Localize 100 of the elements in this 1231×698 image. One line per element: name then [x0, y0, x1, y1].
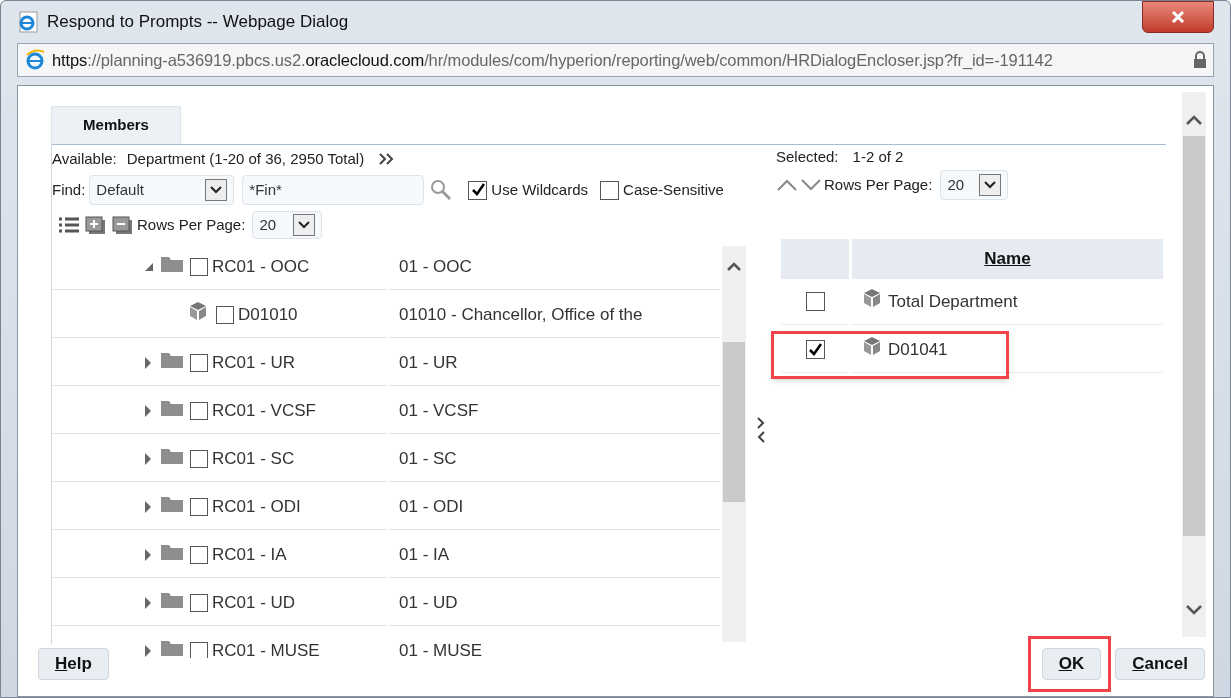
checkbox[interactable] — [190, 545, 208, 564]
selected-label: Selected: — [776, 146, 839, 167]
checkbox[interactable] — [190, 641, 208, 658]
checkbox[interactable] — [190, 449, 208, 468]
table-cell: 01 - OOC — [389, 244, 720, 290]
find-label: Find: — [52, 179, 86, 200]
table-cell: 01 - MUSE — [389, 628, 720, 658]
tree-cell[interactable]: RC01 - UD — [52, 580, 386, 626]
table-cell: 01 - ODI — [389, 484, 720, 530]
expand-arrow-icon[interactable] — [144, 499, 152, 514]
available-label: Available: — [52, 148, 117, 169]
table-cell: 01 - UD — [389, 580, 720, 626]
checkbox[interactable] — [216, 305, 234, 324]
find-dropdown[interactable]: Default — [89, 175, 235, 205]
caret-icon — [210, 186, 223, 194]
page-scrollbar[interactable] — [1182, 92, 1206, 637]
dropdown-button[interactable] — [293, 214, 316, 236]
checkbox[interactable] — [805, 292, 825, 311]
table-cell: Total Department — [852, 279, 1163, 325]
checkbox[interactable] — [190, 497, 208, 516]
expand-arrow-icon[interactable] — [144, 451, 152, 466]
scroll-down-icon[interactable] — [1185, 604, 1203, 616]
tree-cell[interactable]: RC01 - ODI — [52, 484, 386, 530]
expand-arrow-icon[interactable] — [144, 403, 152, 418]
expand-arrow-icon[interactable] — [144, 643, 152, 658]
tree-cell[interactable]: D01010 — [52, 292, 386, 338]
list-icon[interactable] — [58, 216, 80, 234]
checkbox-label[interactable]: Use Wildcards — [491, 178, 589, 202]
checkbox-label[interactable]: Case-Sensitive — [623, 178, 724, 202]
dialog-button[interactable]: Cancel — [1115, 648, 1205, 680]
rows-per-page-label: Rows Per Page: — [824, 174, 933, 195]
dialog-button[interactable]: OK — [1041, 648, 1102, 680]
tree-scrollbar[interactable] — [722, 246, 746, 642]
checkbox[interactable] — [190, 593, 208, 612]
expand-arrow-icon[interactable] — [144, 595, 152, 610]
folder-icon — [160, 542, 184, 561]
tree-cell[interactable]: RC01 - OOC — [52, 244, 386, 290]
folder-icon — [160, 638, 184, 657]
browser-icon — [24, 49, 46, 71]
dropdown-button[interactable] — [205, 179, 228, 201]
folder-icon — [160, 254, 184, 273]
table-cell: 01010 - Chancellor, Office of the — [389, 292, 720, 338]
remove-button[interactable] — [756, 430, 766, 444]
checkbox[interactable] — [600, 180, 620, 200]
collapse-icon[interactable] — [110, 214, 134, 236]
close-icon — [1171, 11, 1185, 23]
checkbox[interactable] — [190, 401, 208, 420]
caret-icon — [298, 221, 311, 229]
search-field[interactable]: *Fin* — [242, 175, 425, 205]
browser-icon — [17, 11, 39, 33]
tree-cell[interactable]: RC01 - UR — [52, 340, 386, 386]
expand-icon[interactable] — [83, 214, 107, 236]
checkbox[interactable] — [190, 257, 208, 276]
chevron-left-icon — [756, 430, 766, 444]
lock-icon — [1193, 51, 1207, 69]
move-up-icon[interactable] — [776, 178, 798, 192]
window-title: Respond to Prompts -- Webpage Dialog — [47, 11, 349, 34]
table-cell: 01 - SC — [389, 436, 720, 482]
rows-per-page-label: Rows Per Page: — [137, 214, 246, 235]
tree-cell[interactable]: RC01 - VCSF — [52, 388, 386, 434]
table-cell: 01 - VCSF — [389, 388, 720, 434]
column-header — [781, 239, 849, 279]
folder-icon — [160, 446, 184, 465]
cube-icon — [188, 300, 208, 321]
tab[interactable]: Members — [51, 106, 181, 144]
table-cell: D01041 — [852, 327, 1163, 373]
table-cell: 01 - UR — [389, 340, 720, 386]
rows-per-page-dropdown[interactable]: 20 — [252, 211, 323, 239]
expand-arrow-icon[interactable] — [144, 355, 152, 370]
checkbox[interactable] — [190, 353, 208, 372]
checkbox[interactable] — [468, 180, 488, 200]
cube-icon — [862, 287, 882, 308]
url-text: https://planning-a536919.pbcs.us2.oraclecloud.com/hr/modules/com/hyperion/reporting/web/common/HRDialogEncloser.jsp?fr_id=-191142 — [52, 49, 1053, 71]
chevron-right-icon — [756, 416, 766, 430]
add-button[interactable] — [756, 416, 766, 430]
scroll-up-icon[interactable] — [1185, 114, 1203, 126]
close-button[interactable] — [1142, 1, 1214, 33]
scroll-thumb[interactable] — [1183, 136, 1205, 536]
expand-arrow-icon[interactable] — [144, 547, 152, 562]
folder-icon — [160, 590, 184, 609]
move-down-icon[interactable] — [800, 178, 822, 192]
double-chevron-icon — [378, 152, 395, 166]
tree-cell[interactable]: RC01 - SC — [52, 436, 386, 482]
column-header[interactable]: Name — [852, 239, 1163, 279]
collapse-arrow-icon[interactable] — [144, 261, 154, 272]
table-cell: 01 - IA — [389, 532, 720, 578]
selected-value: 1-2 of 2 — [852, 146, 904, 167]
tree-cell[interactable]: RC01 - IA — [52, 532, 386, 578]
folder-icon — [160, 350, 184, 369]
rows-per-page-dropdown[interactable]: 20 — [940, 170, 1009, 200]
dialog-button[interactable]: Help — [38, 648, 109, 680]
checkbox[interactable] — [805, 340, 825, 359]
search-icon[interactable] — [430, 179, 453, 201]
scroll-thumb[interactable] — [723, 342, 745, 502]
caret-icon — [984, 181, 997, 189]
cube-icon — [862, 335, 882, 356]
available-value: Department (1-20 of 36, 2950 Total) — [126, 148, 365, 169]
folder-icon — [160, 494, 184, 513]
scroll-up-icon[interactable] — [726, 262, 742, 272]
dropdown-button[interactable] — [979, 174, 1002, 196]
